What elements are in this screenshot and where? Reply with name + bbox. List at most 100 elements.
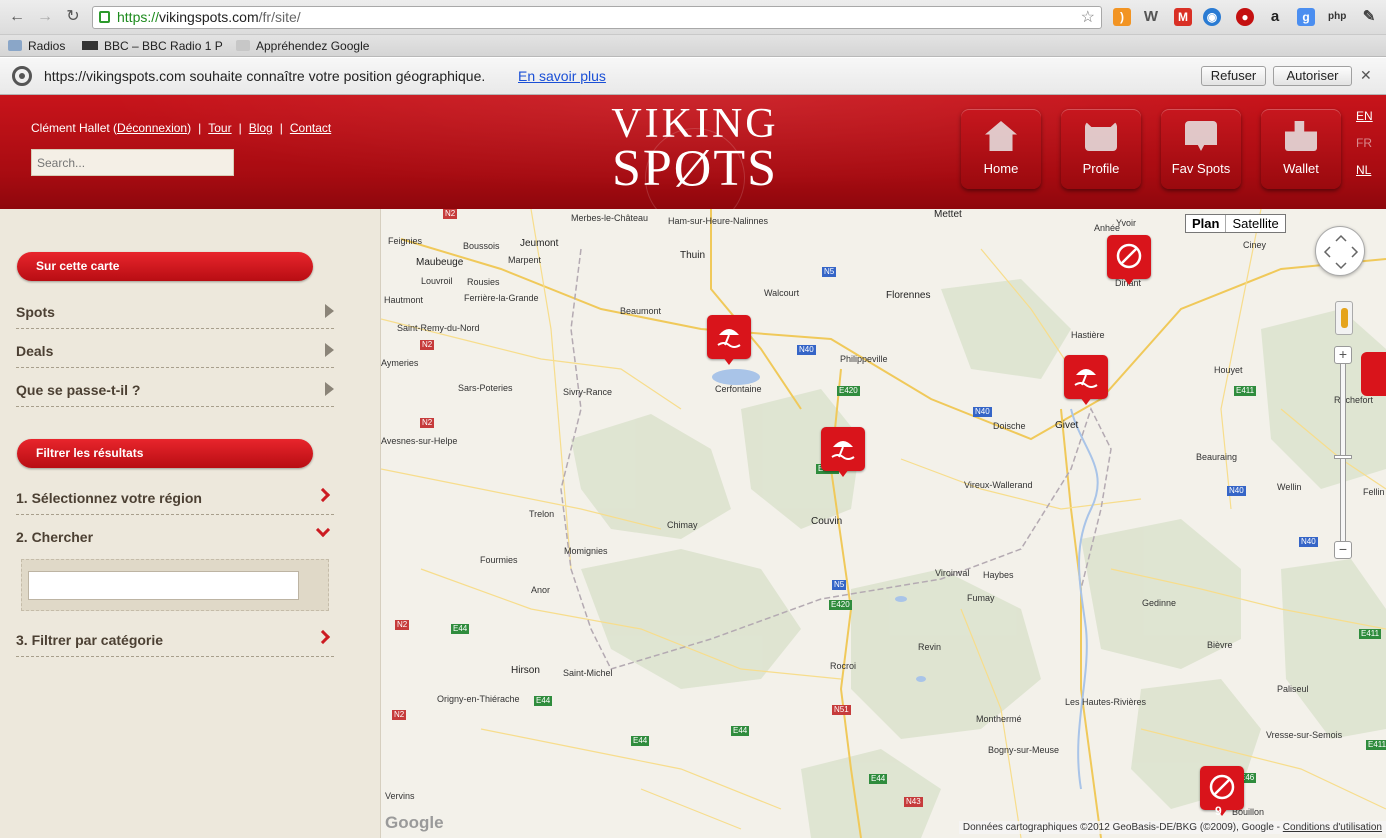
sidebar-item-deals[interactable]: Deals	[16, 329, 334, 368]
place-label: Merbes-le-Château	[571, 213, 649, 223]
spot-marker[interactable]	[1064, 355, 1108, 405]
rss-icon[interactable]: )	[1113, 8, 1131, 26]
adblock-icon[interactable]: ●	[1236, 8, 1254, 26]
place-label: Chimay	[667, 520, 698, 530]
road-label: E44	[731, 726, 750, 736]
street-view-pegman-icon[interactable]	[1335, 301, 1353, 335]
nav-fav-spots[interactable]: Fav Spots	[1161, 109, 1241, 189]
close-icon[interactable]: ✕	[1360, 67, 1372, 84]
gmail-icon[interactable]: M	[1174, 8, 1192, 26]
browser-toolbar: ← → ↻ https://vikingspots.com/fr/site/ ☆…	[0, 0, 1386, 35]
tour-link[interactable]: Tour	[208, 121, 231, 135]
road-label: N51	[832, 705, 851, 715]
filter-search-input[interactable]	[28, 571, 299, 600]
place-label: Origny-en-Thiérache	[437, 694, 520, 704]
w-icon[interactable]: W	[1142, 8, 1160, 26]
spot-marker[interactable]	[707, 315, 751, 365]
cluster-count: 9	[1215, 804, 1222, 818]
site-logo[interactable]: VIKING SPØTS	[560, 103, 830, 209]
place-label: Haybes	[983, 570, 1014, 580]
lang-fr: FR	[1356, 136, 1372, 150]
map-type-plan[interactable]: Plan	[1186, 215, 1227, 232]
viking-helmet-icon	[1085, 121, 1117, 151]
filter-region[interactable]: 1. Sélectionnez votre région	[16, 476, 334, 515]
spot-marker[interactable]	[1107, 235, 1151, 285]
site-search-input[interactable]	[31, 149, 234, 176]
nav-wallet[interactable]: Wallet	[1261, 109, 1341, 189]
terms-link[interactable]: Conditions d'utilisation	[1283, 822, 1382, 833]
reload-icon[interactable]: ↻	[64, 8, 82, 26]
road-label: E44	[631, 736, 650, 746]
beach-umbrella-icon	[831, 441, 855, 460]
filter-search[interactable]: 2. Chercher	[16, 515, 334, 554]
wrench-icon[interactable]: ✎	[1360, 8, 1378, 26]
place-label: Boussois	[463, 241, 500, 251]
sidebar-item-spots[interactable]: Spots	[16, 290, 334, 329]
road-label: N43	[904, 797, 923, 807]
blog-link[interactable]: Blog	[249, 121, 273, 135]
place-label: Saint-Michel	[563, 668, 613, 678]
bookmark-star-icon[interactable]: ☆	[1081, 7, 1095, 28]
pan-arrows-icon	[1323, 234, 1359, 270]
section-filter-results[interactable]: Filtrer les résultats	[17, 439, 313, 468]
bookmark-google[interactable]: Appréhendez Google	[236, 38, 369, 54]
place-label: Anor	[531, 585, 551, 595]
place-label: Givet	[1055, 420, 1079, 431]
shopping-bag-icon[interactable]	[1361, 352, 1386, 396]
nav-home[interactable]: Home	[961, 109, 1041, 189]
place-label: Couvin	[811, 516, 843, 527]
sidebar-item-whats-happening[interactable]: Que se passe-t-il ?	[16, 368, 334, 407]
place-label: Thuin	[680, 250, 706, 261]
lang-en[interactable]: EN	[1356, 109, 1373, 123]
contact-link[interactable]: Contact	[290, 121, 331, 135]
google-icon[interactable]: g	[1297, 8, 1315, 26]
road-label: E44	[869, 774, 888, 784]
road-label: E44	[534, 696, 553, 706]
globe-icon[interactable]: ◉	[1203, 8, 1221, 26]
zoom-slider-handle[interactable]	[1334, 455, 1352, 459]
zoom-in-button[interactable]: +	[1334, 346, 1352, 364]
road-label: N2	[420, 418, 435, 428]
chevron-right-icon	[315, 487, 331, 503]
php-icon[interactable]: php	[1328, 8, 1346, 26]
place-label: Rousies	[467, 277, 500, 287]
place-label: Fellin	[1363, 487, 1385, 497]
road-label: N2	[420, 340, 435, 350]
deny-button[interactable]: Refuser	[1201, 66, 1266, 86]
amazon-icon[interactable]: a	[1266, 8, 1284, 26]
map-type-satellite[interactable]: Satellite	[1226, 215, 1284, 232]
triangle-right-icon	[325, 382, 334, 396]
folder-icon	[8, 40, 22, 51]
lang-nl[interactable]: NL	[1356, 163, 1371, 177]
road-label: E411	[1234, 386, 1257, 396]
place-label: Paliseul	[1277, 684, 1309, 694]
road-label: N40	[797, 345, 816, 355]
triangle-right-icon	[325, 304, 334, 318]
spot-cluster-marker[interactable]	[1200, 766, 1244, 816]
allow-button[interactable]: Autoriser	[1273, 66, 1352, 86]
pan-control[interactable]	[1315, 226, 1365, 276]
place-label: Beaumont	[620, 306, 662, 316]
filter-category[interactable]: 3. Filtrer par catégorie	[16, 618, 334, 657]
zoom-slider-track[interactable]	[1340, 354, 1346, 549]
place-label: Hautmont	[384, 295, 424, 305]
learn-more-link[interactable]: En savoir plus	[518, 68, 606, 84]
back-icon[interactable]: ←	[8, 8, 26, 26]
map[interactable]: Merbes-le-Château Ham-sur-Heure-Nalinnes…	[381, 209, 1386, 838]
bookmark-radios[interactable]: Radios	[8, 38, 65, 54]
zoom-out-button[interactable]: −	[1334, 541, 1352, 559]
google-logo: Google	[385, 813, 444, 832]
speech-bubble-icon	[1185, 121, 1217, 151]
place-label: Revin	[918, 642, 942, 652]
forward-icon[interactable]: →	[36, 8, 54, 26]
nav-profile[interactable]: Profile	[1061, 109, 1141, 189]
no-entry-icon	[1116, 243, 1142, 269]
road-label: N40	[1299, 537, 1318, 547]
section-on-this-map[interactable]: Sur cette carte	[17, 252, 313, 281]
spot-marker[interactable]	[821, 427, 865, 477]
place-label: Viroinval	[935, 568, 970, 578]
logout-link[interactable]: Déconnexion	[117, 121, 187, 135]
bookmark-bbc[interactable]: BBC – BBC Radio 1 P	[82, 38, 223, 54]
address-bar[interactable]: https://vikingspots.com/fr/site/ ☆	[92, 6, 1102, 29]
place-label: Bogny-sur-Meuse	[988, 745, 1060, 755]
